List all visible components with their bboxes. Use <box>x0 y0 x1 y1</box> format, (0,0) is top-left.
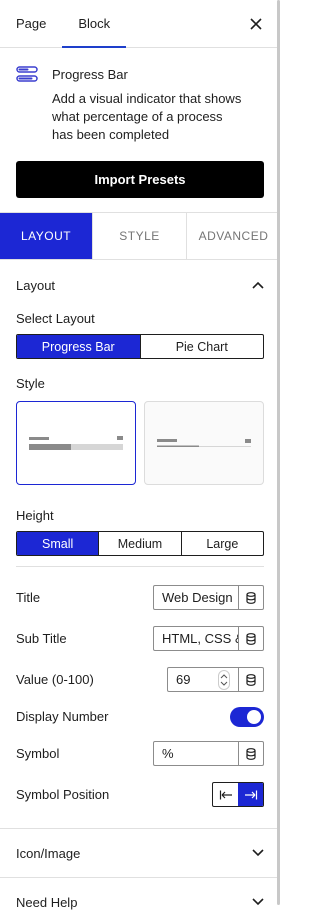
subtitle-label: Sub Title <box>16 631 67 646</box>
database-icon <box>246 673 256 686</box>
import-presets-button[interactable]: Import Presets <box>16 161 264 198</box>
style-option-1[interactable] <box>16 401 136 485</box>
align-left-arrow-icon <box>219 790 232 799</box>
progress-bar-block-icon <box>16 64 38 84</box>
value-spinner[interactable] <box>218 669 230 690</box>
value-dynamic-button[interactable] <box>239 667 264 692</box>
subtitle-input[interactable]: HTML, CSS & JavaScript <box>153 626 239 651</box>
block-title: Progress Bar <box>52 66 128 82</box>
value-label: Value (0-100) <box>16 672 94 687</box>
chevron-down-icon <box>252 898 264 906</box>
need-help-section[interactable]: Need Help <box>0 877 280 920</box>
display-number-label: Display Number <box>16 709 109 724</box>
section-title: Need Help <box>16 894 78 910</box>
database-icon <box>246 591 256 604</box>
symbol-position-after[interactable] <box>238 783 263 806</box>
align-right-arrow-icon <box>244 790 257 799</box>
subtitle-dynamic-button[interactable] <box>239 626 264 651</box>
section-title: Icon/Image <box>16 845 81 861</box>
sidebar-tabs: Page Block <box>0 0 280 48</box>
tab-block[interactable]: Block <box>62 0 127 48</box>
style-preview-1 <box>29 436 123 450</box>
title-row: Title Web Design <box>16 577 264 618</box>
style-options <box>16 401 264 485</box>
title-dynamic-button[interactable] <box>239 585 264 610</box>
tab-page[interactable]: Page <box>0 0 62 48</box>
symbol-label: Symbol <box>16 746 60 761</box>
height-selector: Small Medium Large <box>16 531 264 556</box>
select-layout-label: Select Layout <box>16 311 95 326</box>
scrollbar[interactable] <box>277 0 280 905</box>
block-description: Add a visual indicator that shows what p… <box>52 91 242 142</box>
chevron-down-icon <box>252 849 264 857</box>
symbol-position-before[interactable] <box>213 783 238 806</box>
height-label: Height <box>16 508 54 523</box>
style-label: Style <box>16 376 45 391</box>
divider <box>16 566 264 567</box>
value-input[interactable]: 69 <box>167 667 239 692</box>
settings-sidebar: Page Block Progress Bar Add a visual ind… <box>0 0 280 920</box>
display-number-row: Display Number <box>16 700 264 733</box>
layout-section-body: Select Layout Progress Bar Pie Chart Sty… <box>0 311 280 815</box>
icon-image-section[interactable]: Icon/Image <box>0 828 280 877</box>
panel-tabs: LAYOUT STYLE ADVANCED <box>0 212 280 260</box>
symbol-position-row: Symbol Position <box>16 774 264 815</box>
title-label: Title <box>16 590 41 605</box>
layout-section-header[interactable]: Layout <box>0 260 280 310</box>
style-option-2[interactable] <box>144 401 264 485</box>
symbol-position-label: Symbol Position <box>16 787 110 802</box>
display-number-toggle[interactable] <box>230 706 264 727</box>
layout-option-progress-bar[interactable]: Progress Bar <box>17 335 141 358</box>
value-text: 69 <box>176 672 191 687</box>
close-button[interactable] <box>244 12 268 36</box>
chevron-up-icon <box>252 281 264 289</box>
height-option-small[interactable]: Small <box>17 532 100 555</box>
close-icon <box>250 18 262 30</box>
symbol-dynamic-button[interactable] <box>239 741 264 766</box>
database-icon <box>246 632 256 645</box>
subtitle-row: Sub Title HTML, CSS & JavaScript <box>16 618 264 659</box>
symbol-input[interactable]: % <box>153 741 239 766</box>
layout-option-pie-chart[interactable]: Pie Chart <box>141 335 264 358</box>
symbol-position-selector <box>212 782 264 807</box>
title-input[interactable]: Web Design <box>153 585 239 610</box>
tab-style[interactable]: STYLE <box>93 213 187 259</box>
database-icon <box>246 747 256 760</box>
value-row: Value (0-100) 69 <box>16 659 264 700</box>
block-card: Progress Bar Add a visual indicator that… <box>0 48 280 144</box>
section-title: Layout <box>16 277 56 293</box>
spinner-arrows-icon <box>220 673 228 686</box>
tab-advanced[interactable]: ADVANCED <box>187 213 280 259</box>
symbol-row: Symbol % <box>16 733 264 774</box>
height-option-large[interactable]: Large <box>182 532 263 555</box>
style-preview-2 <box>157 439 251 447</box>
height-option-medium[interactable]: Medium <box>99 532 182 555</box>
layout-selector: Progress Bar Pie Chart <box>16 334 264 359</box>
tab-layout[interactable]: LAYOUT <box>0 213 93 259</box>
